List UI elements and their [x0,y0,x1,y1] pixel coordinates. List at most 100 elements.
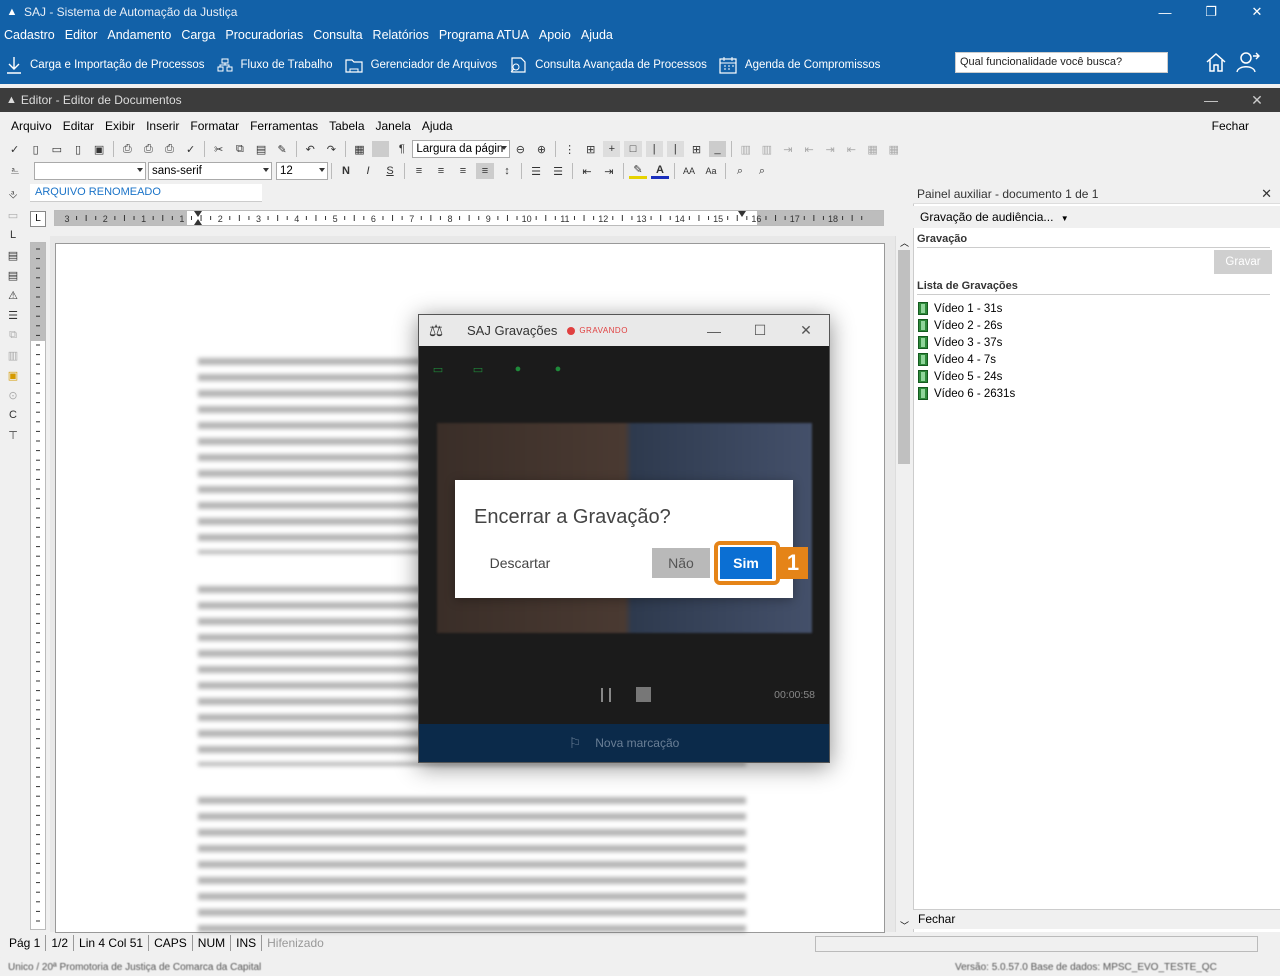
italic-icon[interactable]: I [359,163,377,179]
font-color-icon[interactable]: A [651,163,669,179]
editor-minimize-icon[interactable]: — [1188,88,1234,112]
column-left-icon[interactable]: | [645,141,663,157]
toolbar-agenda-compromissos[interactable]: Agenda de Compromissos [719,56,880,74]
merge-cells-icon[interactable]: ▥ [737,141,754,157]
style-icon[interactable]: ⎁ [6,163,24,179]
menu-editor[interactable]: Editor [65,28,98,42]
menu-ajuda-editor[interactable]: Ajuda [422,119,453,133]
editor-close-button[interactable]: Fechar [1212,119,1249,133]
ruler-icon[interactable]: L [4,226,22,244]
editor-close-icon[interactable]: ✕ [1234,88,1280,112]
open-icon[interactable]: ▭ [48,141,65,157]
panel-close-button[interactable]: Fechar [913,909,1280,929]
menu-cadastro[interactable]: Cadastro [4,28,55,42]
find-icon[interactable]: ⌕ [753,163,771,179]
copy-doc-icon[interactable]: ⧉ [4,326,22,344]
recording-item[interactable]: Vídeo 6 - 2631s [918,385,1015,402]
menu-consulta[interactable]: Consulta [313,28,362,42]
align-left-icon[interactable]: ≡ [410,163,428,179]
delete-col-icon[interactable]: ⇤ [843,141,860,157]
feature-search-input[interactable]: Qual funcionalidade você busca? [955,52,1168,73]
signature-icon[interactable]: ▣ [4,366,22,384]
list-icon[interactable]: ☰ [4,306,22,324]
preview-icon[interactable]: ▯ [69,141,86,157]
panel-close-icon[interactable]: ✕ [1261,186,1272,202]
menu-andamento[interactable]: Andamento [107,28,171,42]
insert-cross-icon[interactable]: + [603,141,621,157]
no-button[interactable]: Não [652,548,710,578]
insert-row-icon[interactable]: ⇥ [779,141,796,157]
align-right-icon[interactable]: ≡ [454,163,472,179]
border-bottom-icon[interactable]: _ [709,141,727,157]
camera-2-icon[interactable]: ▭ [471,363,485,376]
recording-item[interactable]: Vídeo 1 - 31s [918,300,1015,317]
column-right-icon[interactable]: | [666,141,684,157]
user-switch-icon[interactable] [1236,51,1260,73]
copy-icon[interactable]: ⧉ [231,141,248,157]
menu-tabela[interactable]: Tabela [329,119,364,133]
lowercase-icon[interactable]: Aa [702,163,720,179]
pause-icon[interactable] [601,688,611,702]
recording-item[interactable]: Vídeo 4 - 7s [918,351,1015,368]
zoom-select[interactable]: Largura da págin [412,140,510,158]
field-icon[interactable]: ⎀ [4,186,22,204]
style-select[interactable] [34,162,146,180]
pilcrow-icon[interactable]: ¶ [393,141,410,157]
discard-button[interactable]: Descartar [482,548,558,578]
menu-exibir[interactable]: Exibir [105,119,135,133]
highlight-icon[interactable]: ✎ [629,163,647,179]
bullets-icon[interactable]: ☰ [527,163,545,179]
template-icon[interactable]: ▭ [4,206,22,224]
new-marker-button[interactable]: ⚐ Nova marcação [419,724,829,762]
table-icon[interactable]: ▦ [351,141,368,157]
recorder-maximize-icon[interactable]: ☐ [737,315,783,346]
document-scrollbar[interactable]: ︿ ﹀ [895,236,911,932]
frame-icon[interactable] [372,141,390,157]
line-spacing-icon[interactable]: ↕ [498,163,516,179]
paint-icon[interactable]: ⊤ [4,426,22,444]
find-replace-icon[interactable]: ⌕ [731,163,749,179]
close-icon[interactable]: ✕ [1234,0,1280,24]
underline-icon[interactable]: S [381,163,399,179]
menu-carga[interactable]: Carga [181,28,215,42]
recorder-minimize-icon[interactable]: — [691,315,737,346]
stop-icon[interactable] [636,687,651,702]
format-painter-icon[interactable]: ✎ [274,141,291,157]
cell-border-icon[interactable]: □ [624,141,642,157]
split-cells-icon[interactable]: ▥ [758,141,775,157]
table-grid-icon[interactable]: ⊞ [582,141,599,157]
document-list-icon[interactable]: ▤ [4,246,22,264]
grid-dots-icon[interactable]: ⋮ [561,141,578,157]
menu-formatar[interactable]: Formatar [190,119,239,133]
align-center-icon[interactable]: ≡ [432,163,450,179]
toolbar-consulta-avancada[interactable]: Consulta Avançada de Processos [509,56,707,74]
table-autofit-icon[interactable]: ▦ [885,141,902,157]
print-setup-icon[interactable]: ⎙ [161,141,178,157]
toolbar-gerenciador-arquivos[interactable]: Gerenciador de Arquivos [344,57,497,73]
scroll-thumb[interactable] [898,250,910,464]
spell-check-icon[interactable]: ✓ [6,141,23,157]
gravar-button[interactable]: Gravar [1214,250,1272,274]
vertical-ruler[interactable] [30,242,46,930]
uppercase-icon[interactable]: AA [680,163,698,179]
restore-icon[interactable]: ❐ [1188,0,1234,24]
menu-apoio[interactable]: Apoio [539,28,571,42]
copyright-icon[interactable]: C [4,406,22,424]
menu-editar[interactable]: Editar [63,119,94,133]
table-props-icon[interactable]: ▦ [864,141,881,157]
home-icon[interactable] [1205,51,1227,73]
save-icon[interactable]: ▣ [91,141,108,157]
menu-janela[interactable]: Janela [376,119,411,133]
toolbar-fluxo-trabalho[interactable]: Fluxo de Trabalho [217,58,333,72]
spelling-icon[interactable]: ✓ [182,141,199,157]
microphone-2-icon[interactable]: ● [551,363,565,375]
recording-item[interactable]: Vídeo 3 - 37s [918,334,1015,351]
redo-icon[interactable]: ↷ [323,141,340,157]
font-size-select[interactable]: 12 [276,162,328,180]
delete-row-icon[interactable]: ⇤ [801,141,818,157]
indent-icon[interactable]: ⇥ [600,163,618,179]
lock-icon[interactable]: ⊙ [4,386,22,404]
menu-ajuda[interactable]: Ajuda [581,28,613,42]
print-icon[interactable]: ⎙ [119,141,136,157]
paste-icon[interactable]: ▤ [252,141,269,157]
